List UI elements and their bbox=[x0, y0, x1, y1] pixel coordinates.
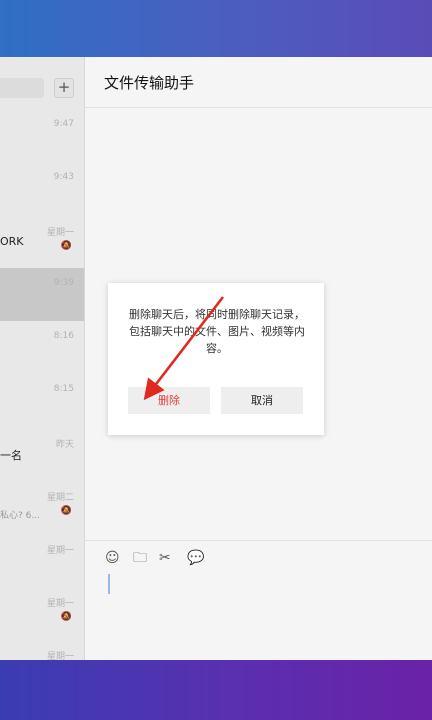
cancel-button[interactable]: 取消 bbox=[221, 387, 303, 414]
chat-name: ORK bbox=[0, 235, 24, 248]
chat-time: 星期一 bbox=[46, 228, 74, 238]
mute-icon: 🔕 bbox=[60, 612, 72, 622]
text-cursor[interactable] bbox=[108, 574, 110, 594]
chat-list-item[interactable]: 星期一 bbox=[0, 533, 84, 586]
chat-time: 8:16 bbox=[53, 331, 74, 341]
dialog-message: 删除聊天后，将同时删除聊天记录，包括聊天中的文件、图片、视频等内容。 bbox=[129, 308, 305, 355]
chat-rows: 9:47 9:43 星期一 ORK 🔕 9:39 8:16 8:15 昨天一名星期二 私心? 6.… bbox=[0, 109, 84, 660]
emoji-icon[interactable]: ☺ bbox=[105, 550, 120, 566]
mute-icon: 🔕 bbox=[60, 241, 72, 251]
bottom-background-band bbox=[0, 660, 432, 720]
chat-title: 文件传输助手 bbox=[104, 74, 195, 92]
chat-list-item[interactable]: 9:43 bbox=[0, 162, 84, 215]
chat-time: 9:39 bbox=[53, 278, 74, 288]
chat-list-item[interactable]: 星期一 bbox=[0, 639, 84, 660]
input-toolbar-divider bbox=[85, 540, 432, 541]
chat-time: 8:15 bbox=[53, 384, 74, 394]
delete-button[interactable]: 删除 bbox=[128, 387, 210, 414]
chat-list-item[interactable]: 8:15 bbox=[0, 374, 84, 427]
scissors-icon[interactable]: ✂ bbox=[159, 550, 171, 566]
chat-list-item[interactable]: 昨天一名 bbox=[0, 427, 84, 480]
chat-list-panel: + 9:47 9:43 星期一 ORK 🔕 9:39 8:16 8:15 昨天一名星期二 私心? … bbox=[0, 57, 85, 660]
top-background-band bbox=[0, 0, 432, 57]
chat-list-item[interactable]: 9:39 bbox=[0, 268, 84, 321]
chat-time: 9:47 bbox=[53, 119, 74, 129]
chat-time: 星期一 bbox=[46, 599, 74, 609]
chat-list-item[interactable]: 8:16 bbox=[0, 321, 84, 374]
chat-time: 星期一 bbox=[46, 546, 74, 556]
chat-history-icon[interactable]: 💬 bbox=[187, 550, 204, 566]
chat-name: 一名 bbox=[0, 449, 22, 462]
folder-icon[interactable]: 🗀 bbox=[133, 550, 147, 566]
chat-preview: 私心? 6... bbox=[0, 511, 40, 521]
chat-time: 星期二 bbox=[46, 493, 74, 503]
chat-list-item[interactable]: 星期一 🔕 bbox=[0, 586, 84, 639]
chat-header: 文件传输助手 bbox=[85, 57, 432, 108]
chat-list-item[interactable]: 星期一 ORK 🔕 bbox=[0, 215, 84, 268]
chat-list-item[interactable]: 9:47 bbox=[0, 109, 84, 162]
chat-time: 星期一 bbox=[46, 652, 74, 660]
chat-time: 昨天 bbox=[55, 440, 74, 450]
search-input[interactable] bbox=[0, 78, 44, 98]
add-chat-button[interactable]: + bbox=[54, 78, 74, 98]
chat-time: 9:43 bbox=[53, 172, 74, 182]
chat-list-item[interactable]: 星期二 私心? 6... 🔕 bbox=[0, 480, 84, 533]
delete-chat-dialog: 删除聊天后，将同时删除聊天记录，包括聊天中的文件、图片、视频等内容。 删除 取消 bbox=[108, 283, 324, 435]
mute-icon: 🔕 bbox=[60, 506, 72, 516]
